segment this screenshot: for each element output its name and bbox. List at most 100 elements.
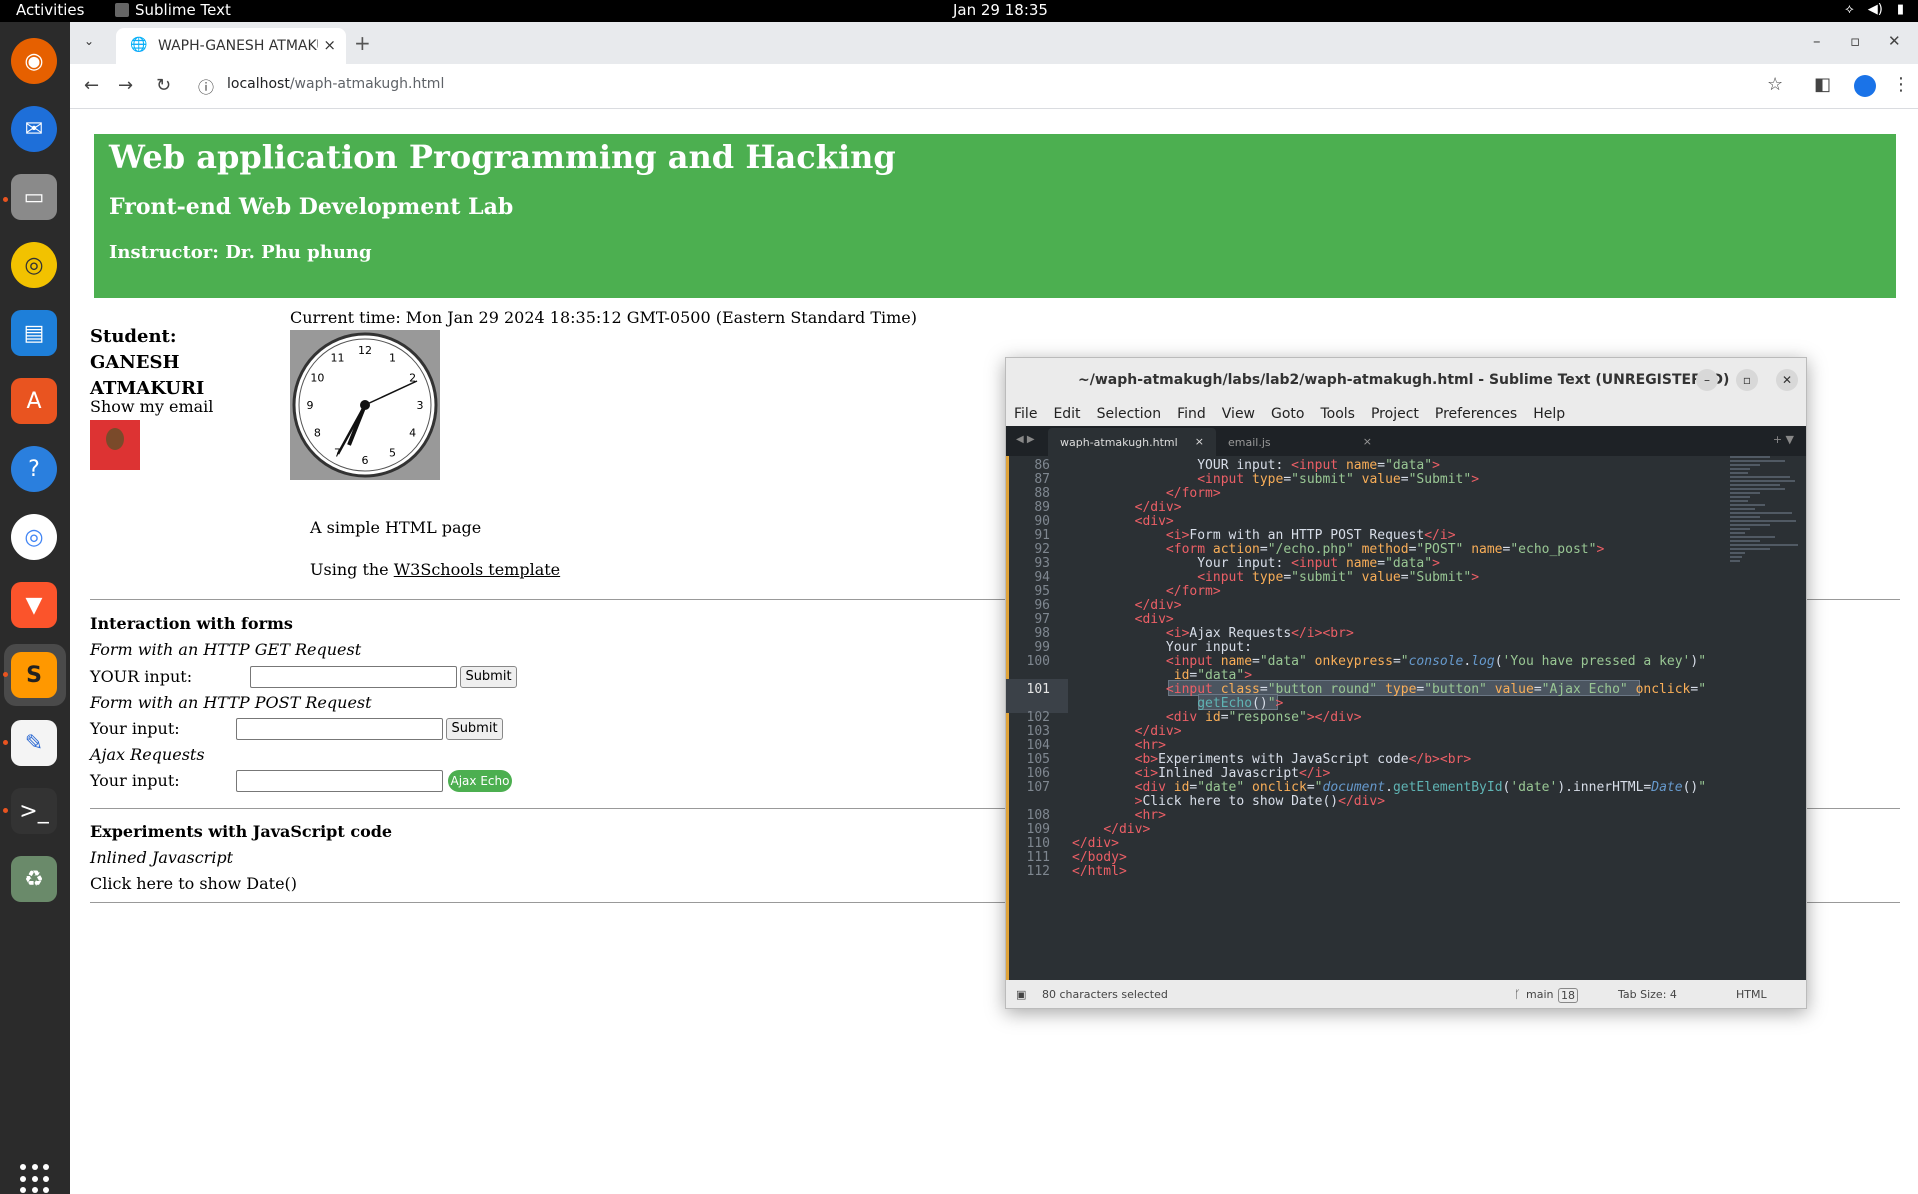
sublime-tabbar: ◀ ▶ waph-atmakugh.html × email.js × + ▼ [1006, 426, 1806, 456]
menu-item-file[interactable]: File [1006, 402, 1037, 426]
sublime-text-icon[interactable]: S [11, 652, 57, 698]
new-tab-icon[interactable]: + [354, 31, 371, 55]
browser-tab[interactable]: 🌐 WAPH-GANESH ATMAKURI × [116, 28, 346, 64]
menu-item-goto[interactable]: Goto [1263, 402, 1304, 426]
close-window-icon[interactable]: ✕ [1888, 32, 1901, 50]
chrome-icon[interactable]: ◎ [11, 514, 57, 560]
forward-icon[interactable]: → [118, 75, 133, 96]
url-field[interactable]: localhost/waph-atmakugh.html [227, 76, 444, 92]
running-indicator [3, 197, 8, 202]
menu-item-selection[interactable]: Selection [1089, 402, 1162, 426]
volume-icon[interactable]: ◀) [1868, 2, 1883, 17]
running-indicator [3, 672, 8, 677]
back-icon[interactable]: ← [84, 75, 99, 96]
tab-size-status[interactable]: Tab Size: 4 [1618, 988, 1677, 1001]
menu-kebab-icon[interactable]: ⋮ [1892, 74, 1910, 95]
simple-page-text: A simple HTML page [310, 518, 482, 537]
battery-icon[interactable]: ▮ [1897, 2, 1904, 17]
menu-item-project[interactable]: Project [1363, 402, 1419, 426]
firefox-icon[interactable]: ◉ [11, 38, 57, 84]
line-number: 96 [1034, 598, 1050, 613]
code-line: <div id="response"></div> [1165, 710, 1362, 725]
panel-toggle-icon[interactable]: ▣ [1016, 988, 1026, 1001]
template-credit: Using the W3Schools template [310, 560, 560, 579]
menu-item-find[interactable]: Find [1169, 402, 1206, 426]
git-branch[interactable]: main [1526, 988, 1553, 1001]
tab-search-icon[interactable]: ⌄ [84, 34, 94, 48]
app-center-icon[interactable]: A [11, 378, 57, 424]
code-line: </form> [1165, 584, 1221, 599]
sublime-close-button[interactable]: ✕ [1776, 369, 1798, 391]
template-credit-prefix: Using the [310, 560, 394, 579]
system-clock[interactable]: Jan 29 18:35 [953, 1, 1048, 19]
get-submit-button[interactable]: Submit [460, 666, 517, 688]
menu-item-help[interactable]: Help [1525, 402, 1565, 426]
tab-waph-html[interactable]: waph-atmakugh.html × [1048, 428, 1216, 456]
code-line: YOUR input: <input name="data"> [1072, 458, 1440, 473]
reload-icon[interactable]: ↻ [156, 75, 171, 96]
ajax-label: Ajax Requests [90, 745, 205, 764]
trash-icon[interactable]: ♻ [11, 856, 57, 902]
tab-overflow-icon[interactable]: + ▼ [1773, 433, 1794, 446]
site-info-icon[interactable]: ⓘ [198, 74, 214, 98]
rhythmbox-icon[interactable]: ◎ [11, 242, 57, 288]
active-app-indicator[interactable]: Sublime Text [115, 1, 231, 19]
line-number: 91 [1034, 528, 1050, 543]
code-line: </div> [1134, 724, 1182, 739]
menu-item-view[interactable]: View [1214, 402, 1255, 426]
git-branch-icon[interactable]: ᚴ [1514, 988, 1521, 1001]
instructor-name: Instructor: Dr. Phu phung [109, 242, 372, 263]
text-editor-icon[interactable]: ✎ [11, 720, 57, 766]
ajax-input-label: Your input: [90, 771, 180, 790]
side-panel-icon[interactable]: ◧ [1814, 74, 1831, 95]
terminal-icon[interactable]: >_ [11, 788, 57, 834]
code-line: </html> [1072, 864, 1127, 879]
get-form-label: Form with an HTTP GET Request [90, 640, 362, 659]
thunderbird-icon[interactable]: ✉ [11, 106, 57, 152]
post-submit-button[interactable]: Submit [446, 718, 503, 740]
show-date-text[interactable]: Click here to show Date() [90, 874, 297, 893]
bookmark-star-icon[interactable]: ☆ [1767, 74, 1783, 95]
show-apps-icon[interactable] [20, 1164, 50, 1194]
tab-email-js[interactable]: email.js × [1216, 428, 1384, 456]
activities-button[interactable]: Activities [16, 1, 84, 19]
close-tab-icon[interactable]: × [323, 36, 336, 54]
get-input-field[interactable] [250, 666, 457, 688]
student-photo [90, 420, 140, 470]
code-line: >Click here to show Date()</div> [1134, 794, 1386, 809]
brave-icon[interactable]: ▼ [11, 582, 57, 628]
writer-icon[interactable]: ▤ [11, 310, 57, 356]
ajax-echo-button[interactable]: Ajax Echo [448, 770, 512, 792]
post-input-field[interactable] [236, 718, 443, 740]
line-number: 99 [1034, 640, 1050, 655]
tab-nav-arrows-icon[interactable]: ◀ ▶ [1016, 434, 1035, 445]
line-number: 90 [1034, 514, 1050, 529]
sublime-maximize-button[interactable]: ▫ [1736, 369, 1758, 391]
close-tab-icon[interactable]: × [1363, 435, 1372, 448]
network-icon[interactable]: ⟡ [1845, 2, 1854, 17]
w3schools-link[interactable]: W3Schools template [394, 560, 560, 579]
code-line: </div> [1134, 500, 1182, 515]
page-title: Web application Programming and Hacking [109, 138, 896, 176]
close-tab-icon[interactable]: × [1195, 435, 1204, 448]
minimap[interactable] [1730, 456, 1800, 696]
minimize-icon[interactable]: – [1813, 32, 1821, 50]
line-number: 110 [1026, 836, 1050, 851]
menu-item-preferences[interactable]: Preferences [1427, 402, 1517, 426]
line-number: 93 [1034, 556, 1050, 571]
help-icon[interactable]: ? [11, 446, 57, 492]
menu-item-edit[interactable]: Edit [1045, 402, 1080, 426]
page-header: Web application Programming and Hacking … [94, 134, 1896, 298]
clock-number: 10 [310, 372, 324, 385]
system-tray[interactable]: ⟡ ◀) ▮ [1845, 2, 1904, 17]
forms-heading: Interaction with forms [90, 614, 293, 633]
profile-avatar[interactable] [1854, 75, 1876, 97]
show-email-link[interactable]: Show my email [90, 397, 213, 416]
code-editor[interactable]: 86 87 88 89 90 91 92 93 94 95 96 97 98 99 100 101 102 103… [1006, 456, 1806, 980]
files-icon[interactable]: ▭ [11, 174, 57, 220]
syntax-status[interactable]: HTML [1736, 988, 1767, 1001]
menu-item-tools[interactable]: Tools [1312, 402, 1355, 426]
ajax-input-field[interactable] [236, 770, 443, 792]
sublime-minimize-button[interactable]: – [1696, 369, 1718, 391]
restore-icon[interactable]: ▫ [1850, 32, 1860, 50]
